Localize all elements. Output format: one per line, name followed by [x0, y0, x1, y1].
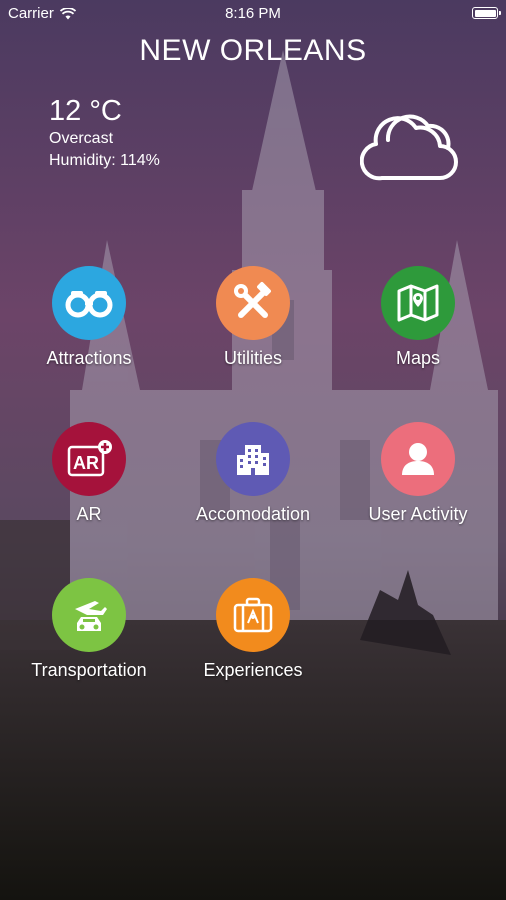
plane-car-icon	[75, 601, 107, 631]
menu-tile-attractions[interactable]: Attractions	[9, 266, 169, 369]
menu-tile-transportation[interactable]: Transportation	[9, 578, 169, 681]
weather-condition: Overcast	[49, 130, 114, 147]
accomodation-label: Accomodation	[195, 504, 311, 524]
experiences-label: Experiences	[203, 660, 303, 680]
menu-tile-accomodation[interactable]: Accomodation	[173, 422, 333, 525]
city-title: NEW ORLEANS	[139, 34, 367, 67]
menu-tile-ar[interactable]: AR AR	[9, 422, 169, 525]
utilities-circle[interactable]	[216, 266, 290, 340]
battery-icon	[472, 7, 501, 19]
status-bar: Carrier 8:16 PM	[0, 0, 506, 28]
user-activity-circle[interactable]	[381, 422, 455, 496]
utilities-label: Utilities	[223, 348, 282, 368]
ar-label: AR	[76, 504, 102, 524]
ar-icon: AR	[67, 440, 112, 477]
cloud-icon	[360, 114, 458, 181]
maps-circle[interactable]	[381, 266, 455, 340]
svg-text:AR: AR	[73, 453, 99, 473]
user-activity-label: User Activity	[368, 504, 468, 524]
transportation-label: Transportation	[31, 660, 147, 680]
menu-tile-user-activity[interactable]: User Activity	[338, 422, 498, 525]
map-icon	[397, 284, 439, 322]
binoculars-icon	[65, 291, 113, 318]
attractions-label: Attractions	[46, 348, 132, 368]
accomodation-circle[interactable]	[216, 422, 290, 496]
maps-label: Maps	[395, 348, 440, 368]
experiences-circle[interactable]	[216, 578, 290, 652]
ar-circle[interactable]: AR	[52, 422, 126, 496]
attractions-circle[interactable]	[52, 266, 126, 340]
menu-tile-experiences[interactable]: Experiences	[173, 578, 333, 681]
transportation-circle[interactable]	[52, 578, 126, 652]
tools-icon	[234, 282, 271, 318]
suitcase-icon	[233, 597, 273, 633]
weather-panel: 12 °C Overcast Humidity: 114%	[49, 94, 160, 172]
weather-humidity: Humidity: 114%	[49, 152, 160, 169]
user-icon	[402, 443, 434, 475]
menu-tile-maps[interactable]: Maps	[338, 266, 498, 369]
weather-temperature: 12 °C	[49, 95, 122, 127]
status-time: 8:16 PM	[225, 5, 281, 22]
building-icon	[237, 445, 269, 475]
menu-tile-utilities[interactable]: Utilities	[173, 266, 333, 369]
